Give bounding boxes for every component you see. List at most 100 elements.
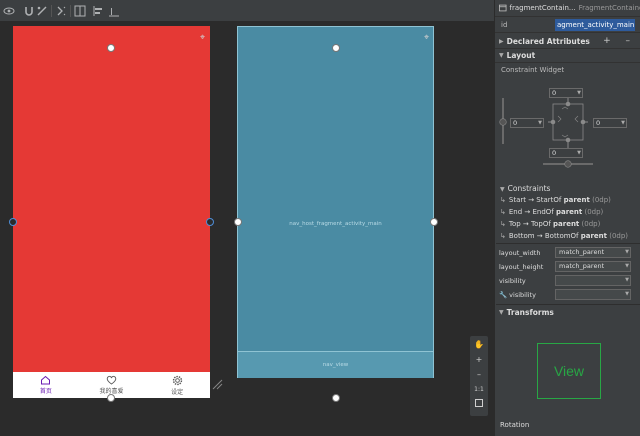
id-row: id agment_activity_main: [495, 17, 640, 33]
resize-grip-icon[interactable]: [211, 378, 223, 390]
infer-constraints-icon[interactable]: [54, 4, 68, 18]
blueprint-nav-view[interactable]: nav_view: [238, 351, 433, 378]
constraint-top-target: parent: [553, 220, 580, 228]
margin-top-field[interactable]: 0 ▼: [549, 88, 583, 98]
nav-item-settings[interactable]: 设定: [144, 372, 210, 398]
top-anchor-handle[interactable]: [107, 44, 115, 52]
dropdown-icon: ▼: [625, 263, 629, 269]
bottom-anchor-handle[interactable]: [107, 394, 115, 402]
zoom-out-button[interactable]: –: [477, 369, 481, 381]
divider: [496, 243, 640, 244]
fragment-label: nav_host_fragment_activity_main: [289, 221, 382, 227]
constraint-widget-label: Constraint Widget: [501, 66, 565, 74]
view-preview-label: View: [553, 363, 585, 379]
constraint-icon: ↳: [500, 196, 506, 204]
constraint-bottom-margin: (0dp): [607, 232, 629, 240]
constraint-top-text: Top → TopOf: [508, 220, 554, 228]
declared-attributes-actions[interactable]: + –: [603, 36, 636, 46]
dropdown-icon: ▼: [538, 120, 542, 126]
design-toolbar: I: [0, 0, 494, 22]
constraint-start-margin: (0dp): [589, 196, 611, 204]
constraint-bottom-target: parent: [580, 232, 608, 240]
constraint-top[interactable]: ↳ Top → TopOf parent (0dp): [500, 220, 600, 228]
dropdown-icon: ▼: [625, 249, 629, 255]
layout-header[interactable]: ▼ Layout: [495, 49, 640, 63]
dropdown-icon: ▼: [625, 291, 629, 297]
wrench-icon: 🔧: [499, 291, 508, 299]
constraint-top-margin: (0dp): [579, 220, 601, 228]
constraint-icon: ↳: [500, 220, 506, 228]
nav-label-home: 首页: [39, 388, 52, 395]
transforms-title: Transforms: [506, 307, 554, 317]
layout-height-field[interactable]: match_parent ▼: [555, 261, 631, 272]
margin-bottom-value: 0: [552, 149, 557, 157]
right-anchor-handle[interactable]: [206, 218, 214, 226]
clear-constraints-icon[interactable]: [35, 4, 49, 18]
magnet-icon[interactable]: [22, 4, 36, 18]
margin-right-value: 0: [596, 119, 601, 127]
constraint-start-text: Start → StartOf: [508, 196, 564, 204]
constraint-icon: ↳: [500, 232, 506, 240]
heart-icon: [106, 375, 117, 385]
layout-title: Layout: [506, 51, 536, 60]
margin-left-field[interactable]: 0 ▼: [510, 118, 544, 128]
margin-icon[interactable]: [73, 4, 87, 18]
component-icon: [499, 4, 507, 12]
transforms-header[interactable]: ▼ Transforms: [495, 305, 640, 319]
eye-icon[interactable]: [2, 4, 16, 18]
nav-label-settings: 设定: [171, 388, 184, 396]
constraint-icon: ↳: [500, 208, 506, 216]
main-activity-preview[interactable]: [13, 26, 210, 378]
tools-visibility-field[interactable]: ▼: [555, 289, 631, 300]
layout-height-value: match_parent: [559, 262, 605, 270]
blueprint-right-handle[interactable]: [430, 218, 438, 226]
id-field[interactable]: agment_activity_main: [555, 19, 635, 31]
constraint-bottom[interactable]: ↳ Bottom → BottomOf parent (0dp): [500, 232, 628, 240]
margin-top-value: 0: [552, 89, 557, 97]
margin-bottom-field[interactable]: 0 ▼: [549, 148, 583, 158]
collapse-icon: ▼: [499, 308, 504, 316]
constraint-start[interactable]: ↳ Start → StartOf parent (0dp): [500, 196, 611, 204]
tools-visibility-label: visibility: [509, 291, 536, 299]
zoom-controls: ✋ + – 1:1: [470, 336, 488, 416]
pin-icon[interactable]: ⌖: [200, 33, 205, 43]
id-label: id: [501, 21, 508, 29]
constraint-end-target: parent: [556, 208, 583, 216]
rotation-label: Rotation: [500, 421, 530, 429]
component-class: FragmentContainer...: [578, 4, 640, 12]
declared-attributes-header[interactable]: ▶ Declared Attributes + –: [495, 35, 640, 49]
constraint-start-target: parent: [563, 196, 590, 204]
left-anchor-handle[interactable]: [9, 218, 17, 226]
align-icon[interactable]: [91, 4, 105, 18]
constraints-title: Constraints: [507, 184, 551, 193]
blueprint-top-handle[interactable]: [332, 44, 340, 52]
blueprint-left-handle[interactable]: [234, 218, 242, 226]
tools-visibility-row: 🔧 visibility: [499, 291, 536, 299]
zoom-in-button[interactable]: +: [476, 354, 483, 366]
layout-width-field[interactable]: match_parent ▼: [555, 247, 631, 258]
baseline-icon[interactable]: I: [107, 4, 121, 18]
pin-icon[interactable]: ⌖: [424, 33, 429, 43]
zoom-fit-icon[interactable]: [475, 399, 483, 411]
constraints-header[interactable]: ▼ Constraints: [500, 184, 550, 193]
nav-view-label: nav_view: [322, 362, 349, 368]
pan-icon[interactable]: ✋: [474, 339, 484, 351]
constraint-end[interactable]: ↳ End → EndOf parent (0dp): [500, 208, 603, 216]
nav-item-home[interactable]: 首页: [13, 372, 79, 398]
layout-height-label: layout_height: [499, 263, 544, 271]
visibility-field[interactable]: ▼: [555, 275, 631, 286]
gear-icon: [172, 375, 182, 385]
visibility-label: visibility: [499, 277, 526, 285]
zoom-actual-size-button[interactable]: 1:1: [474, 384, 484, 396]
home-icon: [41, 375, 51, 385]
constraint-widget: 0 ▼ 0 ▼ 0 ▼ 0 ▼: [498, 86, 638, 172]
dropdown-icon: ▼: [577, 90, 581, 96]
dropdown-icon: ▼: [621, 120, 625, 126]
blueprint-preview[interactable]: nav_host_fragment_activity_main nav_view: [237, 26, 434, 378]
view-transform-preview: View: [537, 343, 601, 399]
blueprint-bottom-handle[interactable]: [332, 394, 340, 402]
constraint-end-text: End → EndOf: [508, 208, 556, 216]
layout-width-label: layout_width: [499, 249, 541, 257]
margin-right-field[interactable]: 0 ▼: [593, 118, 627, 128]
margin-left-value: 0: [513, 119, 518, 127]
